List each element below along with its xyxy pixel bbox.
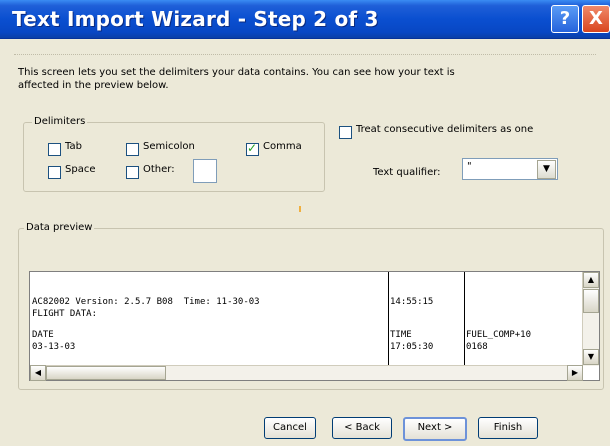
cancel-button[interactable]: Cancel	[264, 417, 316, 439]
data-preview-grid[interactable]: AC82002 Version: 2.5.7 B08 Time: 11-30-0…	[29, 271, 600, 381]
space-checkbox[interactable]	[48, 166, 61, 179]
chevron-down-icon[interactable]: ▼	[537, 160, 556, 179]
comma-checkbox[interactable]	[246, 141, 259, 156]
next-button[interactable]: Next >	[403, 417, 467, 441]
horizontal-scroll-thumb[interactable]	[46, 366, 166, 380]
horizontal-scrollbar[interactable]: ◀ ▶	[30, 365, 583, 381]
vertical-scroll-thumb[interactable]	[583, 289, 599, 313]
column-break-1[interactable]	[388, 272, 389, 367]
scroll-left-icon[interactable]: ◀	[30, 365, 46, 381]
semicolon-checkbox[interactable]	[126, 143, 139, 156]
finish-button[interactable]: Finish	[478, 417, 538, 439]
scroll-down-icon[interactable]: ▼	[583, 349, 599, 365]
title-bar[interactable]: Text Import Wizard - Step 2 of 3 ? X	[0, 0, 610, 39]
focus-marker	[299, 206, 301, 212]
preview-cell: 03-13-03	[32, 342, 76, 352]
close-button[interactable]: X	[582, 5, 610, 33]
other-label: Other:	[143, 164, 175, 175]
treat-consecutive-label: Treat consecutive delimiters as one	[356, 124, 534, 135]
tab-label: Tab	[65, 141, 82, 152]
column-break-2[interactable]	[464, 272, 465, 367]
delimiters-group	[23, 122, 325, 192]
vertical-scrollbar[interactable]: ▲ ▼	[582, 272, 599, 366]
space-label: Space	[65, 164, 96, 175]
window-title: Text Import Wizard - Step 2 of 3	[12, 7, 379, 31]
scroll-up-icon[interactable]: ▲	[583, 272, 599, 288]
text-qualifier-label: Text qualifier:	[373, 167, 441, 178]
preview-cell: FLIGHT DATA:	[32, 309, 98, 319]
help-button[interactable]: ?	[551, 5, 579, 33]
treat-consecutive-checkbox[interactable]	[339, 126, 352, 139]
preview-cell: 14:55:15	[390, 297, 434, 307]
header-divider	[14, 54, 596, 55]
text-qualifier-select[interactable]: " ▼	[462, 158, 558, 180]
tab-checkbox[interactable]	[48, 143, 61, 156]
semicolon-label: Semicolon	[143, 141, 195, 152]
data-preview-group-label: Data preview	[24, 222, 95, 233]
preview-cell: FUEL_COMP+10	[466, 330, 532, 340]
preview-cell: 17:05:30	[390, 342, 434, 352]
other-delimiter-input[interactable]	[193, 159, 217, 183]
instructions-text: This screen lets you set the delimiters …	[18, 67, 455, 91]
preview-cell: 0168	[466, 342, 488, 352]
preview-cell: TIME	[390, 330, 412, 340]
preview-cell: DATE	[32, 330, 54, 340]
other-checkbox[interactable]	[126, 166, 139, 179]
back-button[interactable]: < Back	[332, 417, 392, 439]
delimiters-group-label: Delimiters	[32, 116, 88, 127]
scroll-right-icon[interactable]: ▶	[567, 365, 583, 381]
preview-cell: AC82002 Version: 2.5.7 B08 Time: 11-30-0…	[32, 297, 260, 307]
text-qualifier-value: "	[467, 161, 472, 172]
comma-label: Comma	[263, 141, 302, 152]
